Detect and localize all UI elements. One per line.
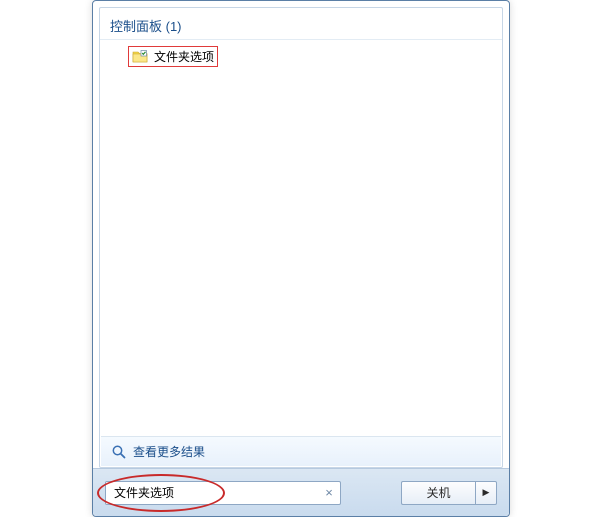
result-item-label: 文件夹选项	[154, 48, 214, 65]
search-box-wrapper: ×	[105, 481, 341, 505]
annotation-highlight-box: 文件夹选项	[128, 46, 218, 67]
category-header-control-panel: 控制面板 (1)	[100, 8, 502, 40]
search-results-panel: 控制面板 (1) 文件夹选项	[99, 7, 503, 468]
see-more-results[interactable]: 查看更多结果	[101, 436, 501, 466]
shutdown-button-group: 关机 ▶	[401, 481, 497, 505]
results-spacer	[100, 69, 502, 436]
result-item[interactable]: 文件夹选项	[124, 44, 492, 69]
search-input[interactable]	[105, 481, 341, 505]
clear-search-icon[interactable]: ×	[321, 485, 337, 501]
search-icon	[111, 444, 127, 460]
shutdown-options-arrow[interactable]: ▶	[475, 481, 497, 505]
shutdown-button[interactable]: 关机	[401, 481, 475, 505]
see-more-label: 查看更多结果	[133, 443, 205, 460]
folder-options-icon	[132, 49, 148, 65]
start-menu-panel: 控制面板 (1) 文件夹选项	[92, 0, 510, 517]
start-menu-bottom-bar: × 关机 ▶	[93, 468, 509, 516]
